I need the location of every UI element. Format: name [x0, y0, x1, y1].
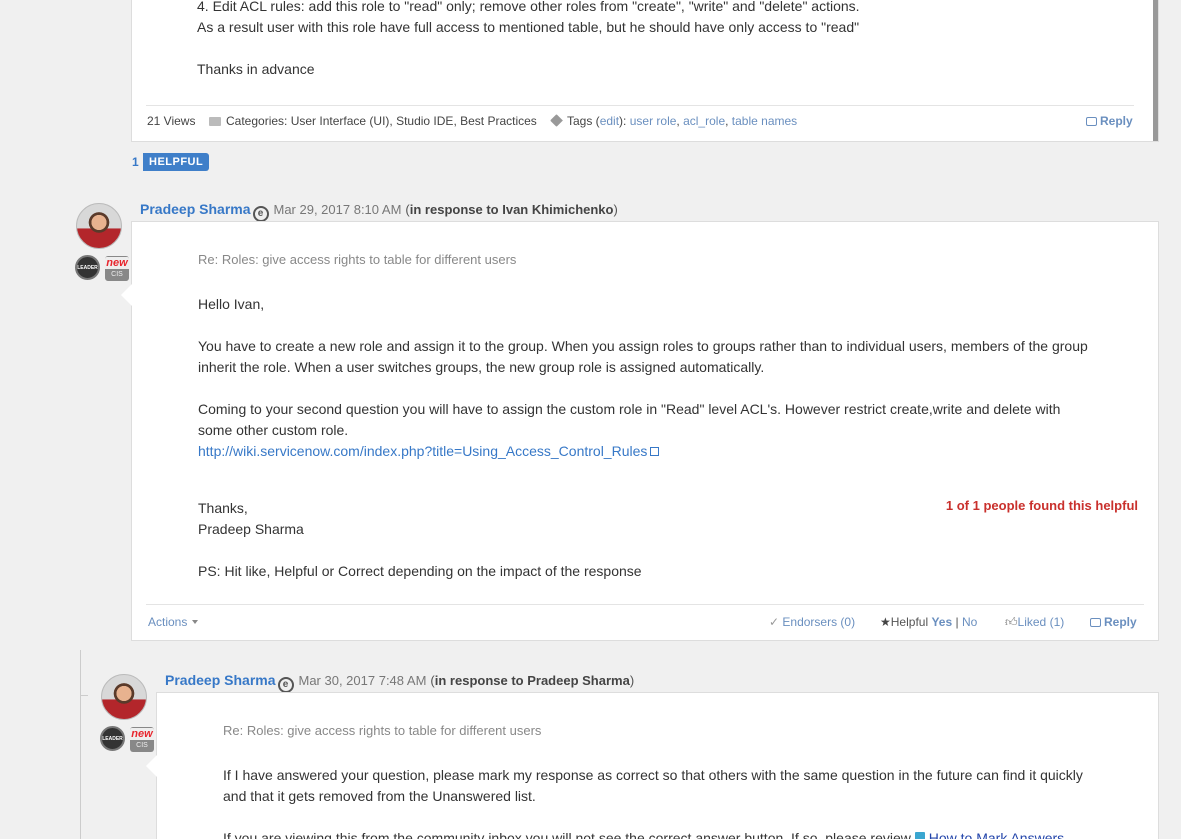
card-pointer — [146, 755, 157, 777]
leader-badge-icon: LEADER — [100, 726, 125, 751]
reply-card: Re: Roles: give access rights to table f… — [146, 692, 1159, 839]
author-line: Pradeep Sharma e Mar 30, 2017 7:48 AM (in r… — [165, 672, 634, 693]
document-icon — [914, 832, 925, 839]
star-icon: ★ — [880, 615, 891, 629]
helpful-no-link[interactable]: No — [962, 615, 977, 629]
divider — [146, 105, 1134, 106]
body-paragraph: Coming to your second question you will … — [198, 401, 1061, 438]
helpful-count: 1 — [132, 155, 139, 169]
wiki-link[interactable]: http://wiki.servicenow.com/index.php?tit… — [198, 441, 660, 462]
checkmark-icon: ✓ — [769, 615, 780, 629]
greeting: Hello Ivan, — [198, 296, 265, 312]
avatar[interactable] — [76, 203, 122, 249]
tag-link[interactable]: table names — [732, 114, 797, 128]
body-paragraph: You have to create a new role and assign… — [198, 338, 1088, 375]
chevron-down-icon — [192, 620, 199, 624]
tag-link[interactable]: acl_role — [683, 114, 725, 128]
tag-icon — [550, 114, 563, 127]
body-paragraph: If I have answered your question, please… — [223, 767, 1083, 804]
ps-note: PS: Hit like, Helpful or Correct dependi… — [198, 563, 642, 579]
reply-subject: Re: Roles: give access rights to table f… — [198, 252, 517, 267]
helpful-vote: ★Helpful Yes | No — [880, 615, 978, 629]
helpful-found-text: 1 of 1 people found this helpful — [945, 498, 1138, 513]
original-post-card: 4. Edit ACL rules: add this role to "rea… — [131, 0, 1159, 142]
thumbs-up-icon: 👍︎ — [1005, 615, 1018, 629]
tag-link[interactable]: user role — [630, 114, 677, 128]
new-cis-badge: new CIS — [105, 256, 129, 281]
reply-card: Re: Roles: give access rights to table f… — [121, 221, 1159, 641]
post-date: Mar 29, 2017 8:10 AM — [273, 202, 402, 217]
post-text-line: As a result user with this role have ful… — [197, 19, 860, 35]
avatar[interactable] — [101, 674, 147, 720]
how-to-mark-answers-link[interactable]: How to Mark Answers — [929, 830, 1064, 839]
tags: Tags (edit): user role, acl_role, table … — [550, 114, 797, 128]
helpful-yes-link[interactable]: Yes — [931, 615, 952, 629]
in-response-to[interactable]: (in response to Pradeep Sharma) — [430, 673, 634, 688]
external-link-icon — [650, 447, 660, 456]
views-count: 21 Views — [147, 114, 196, 128]
employee-icon: e — [277, 677, 294, 693]
employee-icon: e — [252, 206, 269, 222]
reply-button[interactable]: Reply — [1090, 615, 1137, 629]
reply-icon — [1086, 117, 1097, 126]
divider — [146, 604, 1144, 605]
reply-button[interactable]: Reply — [1086, 114, 1133, 128]
folder-icon — [209, 117, 221, 126]
helpful-badge: HELPFUL — [143, 153, 210, 171]
post-date: Mar 30, 2017 7:48 AM — [298, 673, 427, 688]
reply-icon — [1090, 618, 1101, 627]
thread-line — [80, 650, 81, 839]
like-button[interactable]: 👍︎Liked (1) — [1005, 615, 1064, 630]
tags-edit-link[interactable]: edit — [600, 114, 619, 128]
thread-connector — [80, 695, 88, 696]
author-name[interactable]: Pradeep Sharma — [165, 672, 276, 688]
author-name[interactable]: Pradeep Sharma — [140, 201, 251, 217]
leader-badge-icon: LEADER — [75, 255, 100, 280]
card-pointer — [121, 284, 132, 306]
actions-menu[interactable]: Actions — [148, 615, 199, 629]
reply-subject: Re: Roles: give access rights to table f… — [223, 723, 542, 738]
in-response-to[interactable]: (in response to Ivan Khimichenko) — [405, 202, 617, 217]
scrollbar[interactable] — [1153, 0, 1158, 141]
new-cis-badge: new CIS — [130, 727, 154, 752]
body-paragraph: If you are viewing this from the communi… — [223, 828, 1064, 839]
signoff: Thanks, — [198, 500, 248, 516]
signature: Pradeep Sharma — [198, 521, 304, 537]
author-line: Pradeep Sharma e Mar 29, 2017 8:10 AM (in r… — [140, 201, 618, 222]
categories-list[interactable]: User Interface (UI), Studio IDE, Best Pr… — [291, 114, 537, 128]
categories: Categories: User Interface (UI), Studio … — [209, 114, 537, 128]
post-thanks: Thanks in advance — [197, 61, 315, 77]
post-text-line: 4. Edit ACL rules: add this role to "rea… — [197, 0, 860, 14]
endorsers-link[interactable]: ✓ Endorsers (0) — [769, 615, 855, 629]
